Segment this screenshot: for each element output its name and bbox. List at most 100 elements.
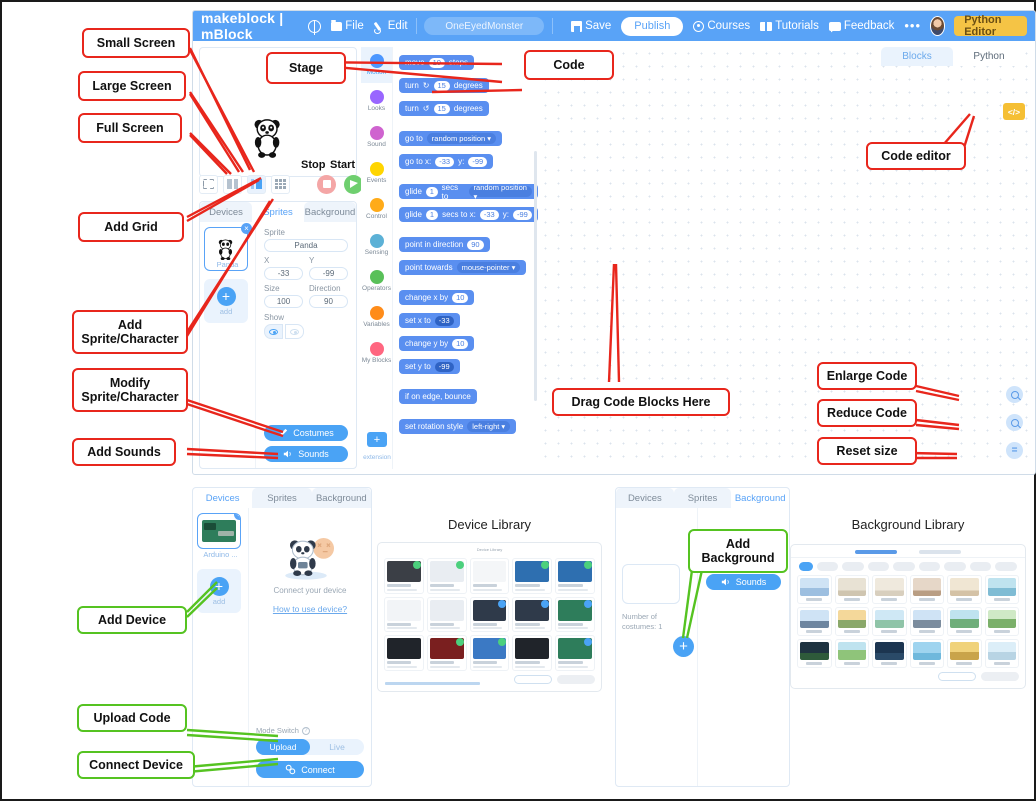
- panda-sprite[interactable]: [250, 114, 286, 160]
- x-input[interactable]: -33: [264, 267, 303, 280]
- tab-devices[interactable]: Devices: [200, 202, 252, 222]
- sprite-name-input[interactable]: Panda: [264, 239, 348, 252]
- delete-device-icon[interactable]: ×: [234, 514, 240, 520]
- add-grid-button[interactable]: [271, 174, 290, 194]
- motion-block[interactable]: if on edge, bounce: [399, 389, 477, 404]
- bg-tab-background[interactable]: Background: [731, 488, 790, 508]
- backdrop-category-chip[interactable]: [867, 562, 890, 571]
- more-menu-icon[interactable]: •••: [904, 19, 921, 32]
- menu-file[interactable]: File: [331, 19, 364, 32]
- device-library-ok-button[interactable]: [557, 675, 595, 684]
- backdrop-library-item[interactable]: [947, 575, 982, 604]
- block-value-field[interactable]: -33: [479, 209, 499, 220]
- y-input[interactable]: -99: [309, 267, 348, 280]
- motion-block[interactable]: move 10 steps: [399, 55, 475, 70]
- sounds-button[interactable]: Sounds: [264, 446, 348, 462]
- category-motion[interactable]: Motion: [361, 47, 392, 83]
- tab-blocks[interactable]: Blocks: [881, 47, 953, 66]
- my-backdrops-tab[interactable]: [919, 550, 961, 554]
- add-sprite-button[interactable]: + add: [204, 279, 248, 323]
- show-off-button[interactable]: [285, 324, 304, 339]
- add-background-button[interactable]: +: [673, 636, 694, 657]
- device-library-item[interactable]: [426, 635, 467, 671]
- tab-python[interactable]: Python: [953, 47, 1025, 66]
- large-screen-button[interactable]: [247, 174, 266, 194]
- category-sensing[interactable]: Sensing: [361, 227, 392, 263]
- device-library-item[interactable]: [469, 558, 510, 594]
- backdrop-library-item[interactable]: [984, 607, 1019, 636]
- block-palette[interactable]: move 10 steps turn ↻ 15 degrees turn ↺ 15 degrees g…: [393, 47, 538, 469]
- backdrop-library-item[interactable]: [834, 639, 869, 668]
- device-library-grid[interactable]: [378, 554, 601, 675]
- code-editor-button[interactable]: </>: [1003, 103, 1025, 120]
- category-variables[interactable]: Variables: [361, 299, 392, 335]
- size-input[interactable]: 100: [264, 295, 303, 308]
- motion-block[interactable]: turn ↻ 15 degrees: [399, 78, 489, 93]
- stop-button[interactable]: [317, 174, 336, 194]
- backdrop-category-chip[interactable]: [893, 562, 915, 571]
- background-library-cancel-button[interactable]: [938, 672, 976, 681]
- reset-size-button[interactable]: =: [1006, 442, 1023, 459]
- block-value-field[interactable]: 10: [452, 338, 469, 349]
- small-screen-button[interactable]: [223, 174, 242, 194]
- motion-block[interactable]: change y by 10: [399, 336, 475, 351]
- block-value-field[interactable]: 15: [433, 80, 450, 91]
- device-library-item[interactable]: [512, 635, 553, 671]
- device-library-item[interactable]: [555, 596, 595, 632]
- menu-edit[interactable]: Edit: [373, 20, 408, 34]
- block-value-field[interactable]: -99: [434, 361, 454, 372]
- backdrop-library-item[interactable]: [834, 575, 869, 604]
- backdrop-category-chip[interactable]: [969, 562, 992, 571]
- backdrop-category-chip[interactable]: [799, 562, 813, 571]
- backdrop-library-item[interactable]: [872, 639, 907, 668]
- device-library-item[interactable]: [426, 596, 467, 632]
- device-library-item[interactable]: [555, 635, 595, 671]
- block-value-field[interactable]: 1: [425, 209, 439, 220]
- backdrop-category-chip[interactable]: [995, 562, 1017, 571]
- backdrop-category-chips[interactable]: [791, 558, 1025, 575]
- courses-button[interactable]: Courses: [693, 20, 750, 32]
- backdrop-library-item[interactable]: [834, 607, 869, 636]
- bg-tab-devices[interactable]: Devices: [616, 488, 674, 508]
- motion-block[interactable]: glide 1 secs to random position ▾: [399, 183, 538, 201]
- category-control[interactable]: Control: [361, 191, 392, 227]
- dev-tab-devices[interactable]: Devices: [193, 488, 253, 508]
- backdrop-category-chip[interactable]: [944, 562, 966, 571]
- avatar[interactable]: [930, 16, 946, 36]
- backdrop-library-item[interactable]: [947, 639, 982, 668]
- background-library-ok-button[interactable]: [981, 672, 1019, 681]
- reduce-code-button[interactable]: [1006, 414, 1023, 431]
- save-button[interactable]: Save: [571, 20, 611, 32]
- dev-tab-background[interactable]: Background: [311, 488, 371, 508]
- help-icon[interactable]: ?: [301, 726, 310, 735]
- device-library-item[interactable]: [555, 558, 595, 594]
- device-library-item[interactable]: [384, 596, 424, 632]
- category-looks[interactable]: Looks: [361, 83, 392, 119]
- motion-block[interactable]: set y to -99: [399, 359, 460, 374]
- python-editor-button[interactable]: Python Editor: [954, 14, 1028, 38]
- live-mode-button[interactable]: Live: [310, 739, 364, 755]
- backdrop-library-item[interactable]: [872, 575, 907, 604]
- bg-sounds-button[interactable]: Sounds: [706, 574, 781, 590]
- device-library-item[interactable]: [469, 635, 510, 671]
- device-library-item[interactable]: [512, 558, 553, 594]
- device-library-footnote[interactable]: [385, 682, 480, 685]
- dev-tab-sprites[interactable]: Sprites: [252, 488, 312, 508]
- motion-block[interactable]: set x to -33: [399, 313, 460, 328]
- backdrop-category-chip[interactable]: [816, 562, 839, 571]
- publish-button[interactable]: Publish: [621, 16, 684, 36]
- full-screen-button[interactable]: [199, 174, 218, 194]
- motion-block[interactable]: set rotation style left-right ▾: [399, 419, 517, 434]
- device-library-item[interactable]: [469, 596, 510, 632]
- upload-mode-button[interactable]: Upload: [256, 739, 310, 755]
- feedback-button[interactable]: Feedback: [828, 20, 894, 32]
- direction-input[interactable]: 90: [309, 295, 348, 308]
- block-value-field[interactable]: -33: [435, 156, 455, 167]
- block-value-field[interactable]: 1: [425, 186, 438, 197]
- backdrop-card[interactable]: [622, 564, 680, 604]
- device-library-item[interactable]: [384, 635, 424, 671]
- bg-tab-sprites[interactable]: Sprites: [673, 488, 732, 508]
- delete-sprite-icon[interactable]: ×: [241, 223, 252, 234]
- costumes-button[interactable]: Costumes: [264, 425, 348, 441]
- block-dropdown[interactable]: left-right ▾: [467, 421, 511, 432]
